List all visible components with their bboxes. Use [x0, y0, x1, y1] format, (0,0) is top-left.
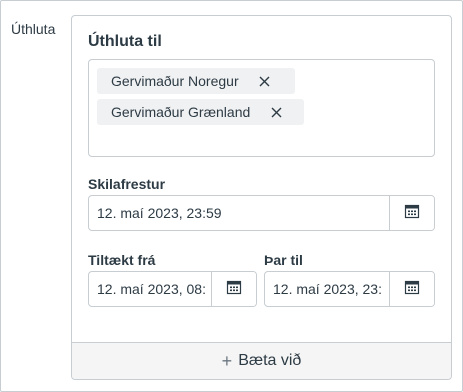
add-button[interactable]: + Bæta við [72, 342, 451, 379]
calendar-icon [404, 279, 420, 300]
until-value[interactable]: 12. maí 2023, 23: [265, 272, 389, 306]
assign-to-title: Úthluta til [88, 33, 162, 50]
until-label: Þar til [264, 252, 303, 268]
available-from-field[interactable]: 12. maí 2023, 08: [88, 271, 257, 307]
assignee-chip: Gervimaður Grænland [97, 99, 304, 125]
due-date-label: Skilafrestur [88, 176, 166, 192]
calendar-button[interactable] [211, 272, 256, 306]
assignee-chip: Gervimaður Noregur [97, 68, 295, 94]
until-field[interactable]: 12. maí 2023, 23: [264, 271, 435, 307]
due-date-value[interactable]: 12. maí 2023, 23:59 [89, 196, 389, 230]
assignees-input[interactable]: Gervimaður Noregur Gervimaður Grænland [88, 59, 435, 157]
assign-panel: Úthluta Úthluta til Gervimaður Noregur G… [0, 0, 463, 392]
plus-icon: + [221, 350, 233, 371]
calendar-icon [226, 279, 242, 300]
assign-card: Úthluta til Gervimaður Noregur Gervimaðu… [71, 15, 452, 380]
add-button-label: Bæta við [238, 352, 302, 369]
calendar-button[interactable] [389, 196, 434, 230]
available-from-value[interactable]: 12. maí 2023, 08: [89, 272, 211, 306]
close-icon[interactable] [257, 73, 273, 89]
calendar-icon [404, 203, 420, 224]
close-icon[interactable] [268, 104, 284, 120]
assign-section-label: Úthluta [11, 21, 56, 37]
assignee-chip-label: Gervimaður Grænland [111, 104, 251, 120]
assignee-chip-label: Gervimaður Noregur [111, 73, 239, 89]
due-date-field[interactable]: 12. maí 2023, 23:59 [88, 195, 435, 231]
available-from-label: Tiltækt frá [88, 252, 156, 268]
calendar-button[interactable] [389, 272, 434, 306]
